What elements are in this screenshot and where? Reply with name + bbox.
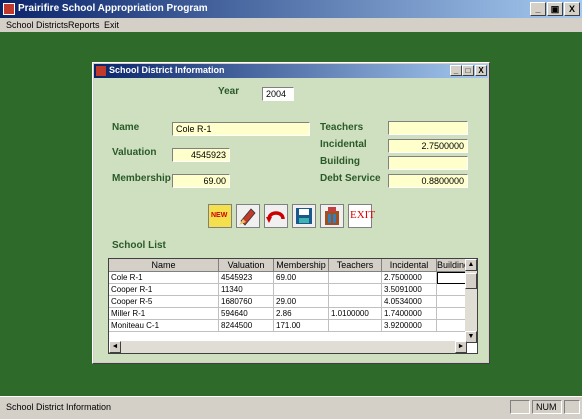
window-title: School District Information (109, 65, 225, 75)
table-row-cell[interactable]: Cooper R-5 (109, 296, 219, 308)
table-row-cell[interactable] (437, 320, 467, 332)
name-field[interactable]: Cole R-1 (172, 122, 310, 136)
table-row-cell[interactable]: 4.0534000 (382, 296, 437, 308)
table-row-cell[interactable] (329, 284, 382, 296)
membership-field[interactable]: 69.00 (172, 174, 230, 188)
scroll-up-icon[interactable]: ▲ (465, 259, 477, 271)
save-icon (296, 208, 312, 224)
edit-button[interactable] (236, 204, 260, 228)
teachers-label: Teachers (320, 122, 364, 133)
table-row-cell[interactable]: Moniteau C-1 (109, 320, 219, 332)
vertical-scrollbar[interactable]: ▲ ▼ (465, 259, 477, 343)
minimize-button[interactable]: _ (530, 2, 546, 16)
incidental-field[interactable]: 2.7500000 (388, 139, 468, 153)
column-header-valuation[interactable]: Valuation (219, 259, 274, 272)
building-label: Building (320, 156, 360, 167)
column-header-incidental[interactable]: Incidental (382, 259, 437, 272)
status-bar: School District Information NUM (0, 396, 582, 419)
window-icon (96, 66, 106, 76)
scroll-left-icon[interactable]: ◄ (109, 341, 121, 353)
table-row-cell[interactable]: 1.0100000 (329, 308, 382, 320)
scroll-thumb[interactable] (465, 273, 477, 289)
name-label: Name (112, 122, 140, 133)
table-row-cell[interactable]: 594640 (219, 308, 274, 320)
table-row-cell[interactable]: 3.9200000 (382, 320, 437, 332)
delete-button[interactable] (320, 204, 344, 228)
horizontal-scrollbar[interactable]: ◄ ► (109, 341, 467, 353)
incidental-label: Incidental (320, 139, 367, 150)
table-row-cell[interactable] (329, 320, 382, 332)
status-panel-end (564, 400, 580, 414)
menu-school-districts[interactable]: School Districts (6, 20, 68, 30)
save-button[interactable] (292, 204, 316, 228)
table-row-cell[interactable] (437, 308, 467, 320)
table-row-cell[interactable]: 171.00 (274, 320, 329, 332)
teachers-field[interactable] (388, 121, 468, 135)
school-list-label: School List (112, 240, 166, 251)
app-titlebar: Prairifire School Appropriation Program … (0, 0, 582, 18)
valuation-label: Valuation (112, 147, 157, 158)
scroll-right-icon[interactable]: ► (455, 341, 467, 353)
new-icon: NEW (211, 212, 228, 219)
menu-reports[interactable]: Reports (68, 20, 100, 30)
table-row-cell[interactable]: 2.86 (274, 308, 329, 320)
exit-button[interactable]: EXIT (348, 204, 376, 228)
menu-bar: School Districts Reports Exit (0, 18, 582, 32)
year-label: Year (218, 86, 240, 97)
window-close-button[interactable]: X (475, 65, 487, 76)
exit-icon: EXIT (350, 209, 376, 221)
column-header-membership[interactable]: Membership (274, 259, 329, 272)
undo-icon (266, 211, 285, 223)
undo-button[interactable] (264, 204, 288, 228)
column-header-teachers[interactable]: Teachers (329, 259, 382, 272)
window-restore-button[interactable]: □ (462, 65, 474, 76)
column-header-name[interactable]: Name (109, 259, 219, 272)
table-row-cell[interactable] (437, 296, 467, 308)
edit-icon (239, 208, 256, 226)
debt-service-field[interactable]: 0.8800000 (388, 174, 468, 188)
delete-icon (325, 207, 339, 225)
app-icon (3, 3, 15, 15)
status-panel-empty (510, 400, 530, 414)
membership-label: Membership (112, 173, 171, 184)
restore-button[interactable]: ▣ (547, 2, 563, 16)
close-button[interactable]: X (564, 2, 580, 16)
building-field[interactable] (388, 156, 468, 170)
table-row-cell[interactable] (437, 272, 467, 284)
table-row-cell[interactable]: 11340 (219, 284, 274, 296)
new-button[interactable]: NEW (208, 204, 232, 228)
table-row-cell[interactable]: 4545923 (219, 272, 274, 284)
window-minimize-button[interactable]: _ (450, 65, 462, 76)
table-row-cell[interactable] (274, 284, 329, 296)
table-row-cell[interactable]: Cole R-1 (109, 272, 219, 284)
num-lock-indicator: NUM (532, 400, 562, 414)
valuation-field[interactable]: 4545923 (172, 148, 230, 162)
column-header-building[interactable]: Building (437, 259, 467, 272)
year-field[interactable]: 2004 (262, 87, 294, 101)
school-list-grid[interactable]: Name Valuation Membership Teachers Incid… (108, 258, 478, 354)
menu-exit[interactable]: Exit (104, 20, 119, 30)
table-row-cell[interactable]: 2.7500000 (382, 272, 437, 284)
school-district-window: School District Information _ □ X Year 2… (92, 62, 490, 364)
table-row-cell[interactable]: Cooper R-1 (109, 284, 219, 296)
table-row-cell[interactable]: 8244500 (219, 320, 274, 332)
app-title: Prairifire School Appropriation Program (18, 3, 208, 14)
table-row-cell[interactable]: 1.7400000 (382, 308, 437, 320)
table-row-cell[interactable] (329, 296, 382, 308)
district-form: Year 2004 Name Cole R-1 Valuation 454592… (94, 78, 488, 362)
table-row-cell[interactable] (437, 284, 467, 296)
table-row-cell[interactable] (329, 272, 382, 284)
table-row-cell[interactable]: 69.00 (274, 272, 329, 284)
table-row-cell[interactable]: 3.5091000 (382, 284, 437, 296)
table-row-cell[interactable]: 1680760 (219, 296, 274, 308)
status-text: School District Information (6, 402, 112, 412)
table-row-cell[interactable]: 29.00 (274, 296, 329, 308)
window-titlebar[interactable]: School District Information _ □ X (94, 64, 488, 78)
table-row-cell[interactable]: Miller R-1 (109, 308, 219, 320)
debt-service-label: Debt Service (320, 173, 381, 184)
